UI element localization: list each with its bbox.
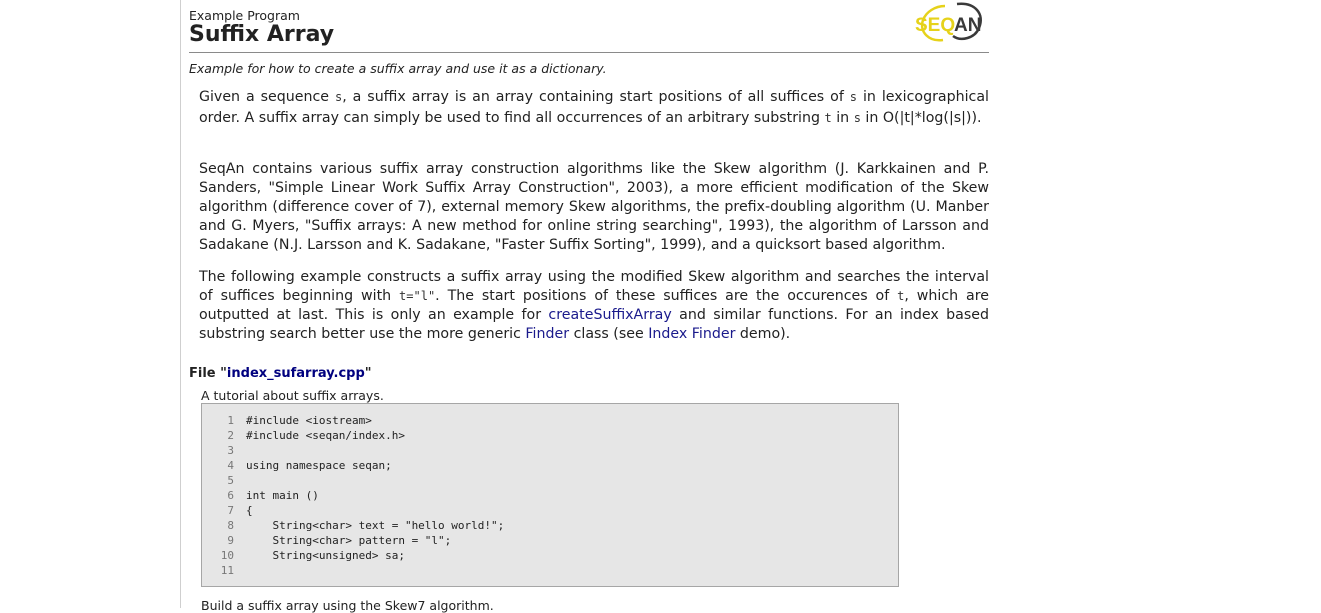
intro-paragraph: Given a sequence s, a suffix array is an… (199, 87, 989, 129)
line-number: 8 (227, 519, 234, 532)
line-number: 10 (220, 549, 234, 562)
example-paragraph: The following example constructs a suffi… (199, 268, 989, 344)
text-run: , a suffix array is an array containing … (342, 89, 850, 105)
code-line: 9 String<char> pattern = "l"; (202, 533, 504, 548)
file-heading-suffix: " (364, 366, 372, 381)
code-s: s (849, 90, 858, 104)
code-t-equals-l: t="l" (399, 289, 436, 303)
line-text: using namespace seqan; (246, 459, 392, 472)
line-number: 3 (227, 444, 234, 457)
code-line: 1 #include <iostream> (202, 413, 504, 428)
code-line: 5 (202, 473, 504, 488)
line-number: 5 (227, 474, 234, 487)
file-heading: File "index_sufarray.cpp" (189, 366, 372, 381)
line-text: String<unsigned> sa; (246, 549, 405, 562)
line-number: 11 (220, 564, 234, 577)
text-run: in O(|t|*log(|s|)). (860, 110, 982, 126)
text-run: demo). (735, 326, 791, 342)
link-index-finder[interactable]: Index Finder (648, 326, 735, 342)
text-run: Given a sequence (199, 89, 335, 105)
left-border (180, 0, 181, 608)
code-line: 4 using namespace seqan; (202, 458, 504, 473)
line-number: 2 (227, 429, 234, 442)
page-header: Example Program Suffix Array SEQ AN (189, 0, 989, 53)
svg-text:AN: AN (954, 15, 981, 36)
svg-text:SEQ: SEQ (915, 15, 955, 36)
file-heading-prefix: File " (189, 366, 227, 381)
code-line: 6 int main () (202, 488, 504, 503)
line-number: 6 (227, 489, 234, 502)
line-number: 7 (227, 504, 234, 517)
line-number: 4 (227, 459, 234, 472)
link-file-index-sufarray[interactable]: index_sufarray.cpp (227, 366, 365, 381)
text-run: in (831, 110, 854, 126)
line-text: #include <iostream> (246, 414, 372, 427)
code-s: s (853, 111, 861, 125)
line-number: 1 (227, 414, 234, 427)
text-run: class (see (569, 326, 649, 342)
code-listing: 1 #include <iostream> 2 #include <seqan/ind… (201, 403, 899, 587)
code-caption: Build a suffix array using the Skew7 alg… (201, 598, 494, 613)
code-line: 10 String<unsigned> sa; (202, 548, 504, 563)
page-content: Example Program Suffix Array SEQ AN Exam… (189, 0, 989, 613)
page-title: Suffix Array (189, 22, 335, 47)
line-number: 9 (227, 534, 234, 547)
seqan-logo[interactable]: SEQ AN (913, 0, 987, 44)
code-t: t (824, 111, 832, 125)
text-run: . The start positions of these suffices … (435, 288, 898, 304)
line-text: String<char> text = "hello world!"; (246, 519, 505, 532)
line-text: { (246, 504, 253, 517)
code-lines: 1 #include <iostream> 2 #include <seqan/ind… (202, 413, 505, 578)
algorithms-paragraph: SeqAn contains various suffix array cons… (199, 161, 989, 253)
line-text: int main () (246, 489, 319, 502)
file-description: A tutorial about suffix arrays. (201, 388, 384, 403)
code-line: 3 (202, 443, 504, 458)
line-text: #include <seqan/index.h> (246, 429, 405, 442)
code-line: 2 #include <seqan/index.h> (202, 428, 504, 443)
link-create-suffix-array[interactable]: createSuffixArray (548, 307, 671, 323)
code-line: 7{ (202, 503, 504, 518)
page-kicker: Example Program (189, 8, 300, 23)
page-subtitle: Example for how to create a suffix array… (189, 61, 607, 76)
seqan-logo-icon: SEQ AN (915, 2, 982, 42)
line-text: String<char> pattern = "l"; (246, 534, 452, 547)
code-line: 11 (202, 563, 504, 578)
code-line: 8 String<char> text = "hello world!"; (202, 518, 504, 533)
link-finder[interactable]: Finder (525, 326, 569, 342)
